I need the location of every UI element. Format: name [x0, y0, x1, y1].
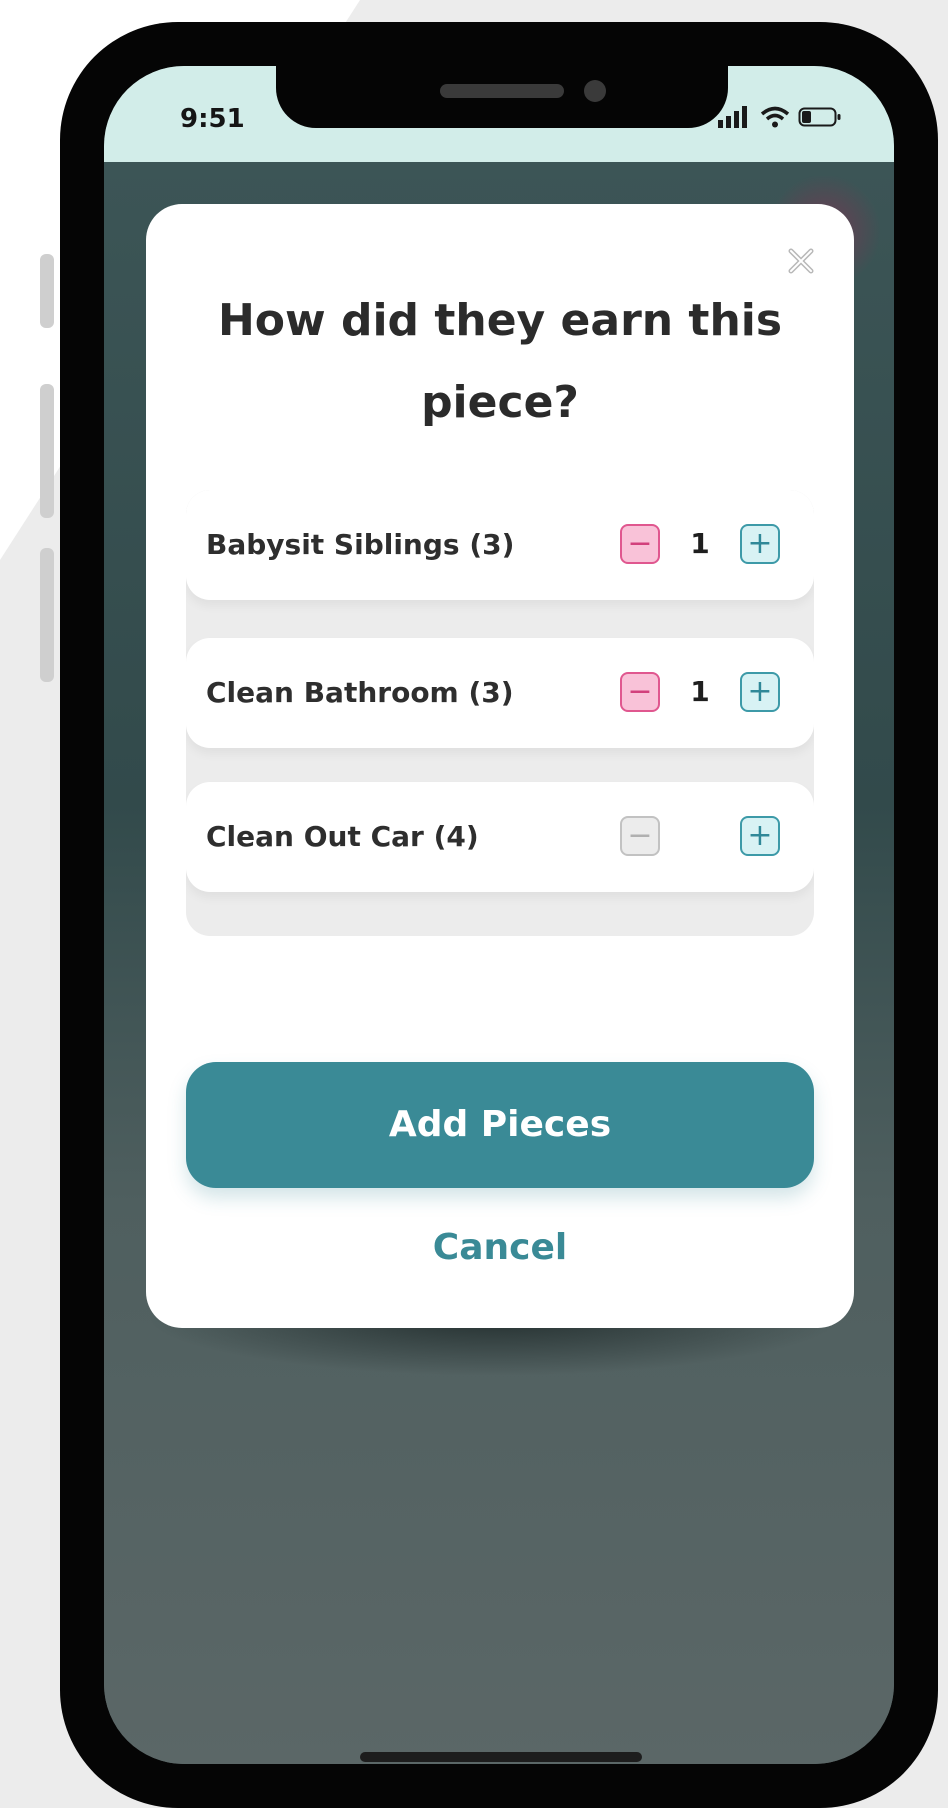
wifi-icon — [760, 106, 790, 128]
increment-button[interactable]: + — [740, 672, 780, 712]
increment-button[interactable]: + — [740, 816, 780, 856]
quantity-stepper: − 1 + — [620, 672, 780, 714]
front-camera — [584, 80, 606, 102]
quantity-value: 1 — [690, 527, 710, 560]
quantity-stepper: − 1 + — [620, 524, 780, 566]
minus-icon: − — [627, 674, 653, 709]
cellular-signal-icon — [718, 106, 747, 128]
speaker-grille — [440, 84, 564, 98]
modal-title: How did they earn this piece? — [217, 295, 783, 428]
decrement-button[interactable]: − — [620, 816, 660, 856]
list-item: Babysit Siblings (3) − 1 + — [186, 490, 814, 600]
volume-up-button — [40, 384, 54, 518]
cancel-button[interactable]: Cancel — [186, 1218, 814, 1278]
phone-notch — [276, 66, 728, 128]
status-time: 9:51 — [180, 104, 245, 134]
earn-piece-modal: How did they earn this piece? Babysit Si… — [146, 204, 854, 1328]
quantity-value: 1 — [690, 675, 710, 708]
home-indicator[interactable] — [360, 1752, 642, 1762]
increment-button[interactable]: + — [740, 524, 780, 564]
battery-icon — [798, 107, 841, 127]
chore-label: Babysit Siblings (3) — [206, 528, 515, 561]
silent-switch — [40, 254, 54, 328]
decrement-button[interactable]: − — [620, 672, 660, 712]
minus-icon: − — [627, 818, 653, 853]
close-icon[interactable] — [786, 246, 816, 276]
chore-label: Clean Bathroom (3) — [206, 676, 514, 709]
volume-down-button — [40, 548, 54, 682]
minus-icon: − — [627, 526, 653, 561]
plus-icon: + — [747, 674, 773, 709]
chore-label: Clean Out Car (4) — [206, 820, 479, 853]
status-icons — [718, 106, 842, 128]
chore-list: Babysit Siblings (3) − 1 + Clean Bathroo… — [186, 490, 814, 936]
plus-icon: + — [747, 526, 773, 561]
list-item: Clean Bathroom (3) − 1 + — [186, 638, 814, 748]
quantity-stepper: − + — [620, 816, 780, 858]
list-item: Clean Out Car (4) − + — [186, 782, 814, 892]
add-pieces-button[interactable]: Add Pieces — [186, 1062, 814, 1188]
decrement-button[interactable]: − — [620, 524, 660, 564]
plus-icon: + — [747, 818, 773, 853]
